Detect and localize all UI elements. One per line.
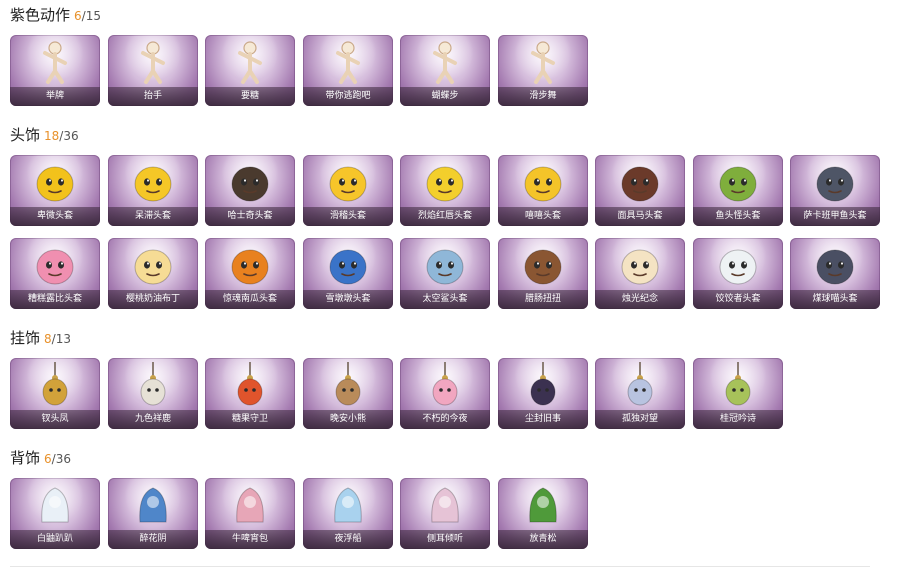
item-tile[interactable]: 鱼头怪头套 <box>693 155 783 226</box>
item-tile[interactable]: 放青松 <box>498 478 588 549</box>
item-tile[interactable]: 举牌 <box>10 35 100 106</box>
item-label: 举牌 <box>10 87 100 106</box>
item-label: 不朽的今夜 <box>400 410 490 429</box>
item-tile[interactable]: 醉花阴 <box>108 478 198 549</box>
item-label: 晚安小熊 <box>303 410 393 429</box>
section-name: 背饰 <box>10 449 41 467</box>
item-label: 牛啤宵包 <box>205 530 295 549</box>
item-tile[interactable]: 不朽的今夜 <box>400 358 490 429</box>
item-tile[interactable]: 牛啤宵包 <box>205 478 295 549</box>
item-tile[interactable]: 面具马头套 <box>595 155 685 226</box>
item-tile[interactable]: 饺饺者头套 <box>693 238 783 309</box>
item-tile[interactable]: 烈焰红唇头套 <box>400 155 490 226</box>
item-label: 烛光纪念 <box>595 290 685 309</box>
item-label: 樱桃奶油布丁 <box>108 290 198 309</box>
item-label: 放青松 <box>498 530 588 549</box>
page: { "sections": [ { "id": "purple-actions"… <box>0 0 901 570</box>
item-label: 醉花阴 <box>108 530 198 549</box>
item-tile[interactable]: 呆滞头套 <box>108 155 198 226</box>
section-back-accessories: 背饰 6/36 白鼬趴趴 醉花阴 牛啤宵包 夜浮船 侧耳倾听 放青松 <box>10 448 588 549</box>
item-tile[interactable]: 雪墩墩头套 <box>303 238 393 309</box>
item-label: 蝴蝶步 <box>400 87 490 106</box>
item-tile[interactable]: 要糖 <box>205 35 295 106</box>
item-label: 钗头凤 <box>10 410 100 429</box>
item-label: 糖果守卫 <box>205 410 295 429</box>
item-tile[interactable]: 带你逃跑吧 <box>303 35 393 106</box>
item-tile[interactable]: 孤独对望 <box>595 358 685 429</box>
total-count: /13 <box>51 332 71 346</box>
item-label: 呆滞头套 <box>108 207 198 226</box>
item-label: 面具马头套 <box>595 207 685 226</box>
item-tile[interactable]: 钗头凤 <box>10 358 100 429</box>
section-title: 背饰 6/36 <box>10 448 71 468</box>
item-tile[interactable]: 蝴蝶步 <box>400 35 490 106</box>
item-tile[interactable]: 侧耳倾听 <box>400 478 490 549</box>
owned-count: 8 <box>44 332 52 346</box>
item-label: 糟糕露比头套 <box>10 290 100 309</box>
item-label: 嘻嘻头套 <box>498 207 588 226</box>
item-label: 九色祥鹿 <box>108 410 198 429</box>
item-tile[interactable]: 太空鲨头套 <box>400 238 490 309</box>
owned-count: 6 <box>74 9 82 23</box>
item-tile[interactable]: 糖果守卫 <box>205 358 295 429</box>
item-tile[interactable]: 桂冠吟诗 <box>693 358 783 429</box>
item-tile[interactable]: 晚安小熊 <box>303 358 393 429</box>
item-label: 抬手 <box>108 87 198 106</box>
item-tile[interactable]: 九色祥鹿 <box>108 358 198 429</box>
item-label: 鱼头怪头套 <box>693 207 783 226</box>
item-tile[interactable]: 嘻嘻头套 <box>498 155 588 226</box>
item-tile[interactable]: 尘封旧事 <box>498 358 588 429</box>
item-label: 卑微头套 <box>10 207 100 226</box>
item-tile[interactable]: 夜浮船 <box>303 478 393 549</box>
item-tile[interactable]: 抬手 <box>108 35 198 106</box>
item-label: 尘封旧事 <box>498 410 588 429</box>
total-count: /15 <box>81 9 101 23</box>
item-label: 哈士奇头套 <box>205 207 295 226</box>
item-label: 饺饺者头套 <box>693 290 783 309</box>
item-label: 滑稽头套 <box>303 207 393 226</box>
total-count: /36 <box>51 452 71 466</box>
item-tile[interactable]: 糟糕露比头套 <box>10 238 100 309</box>
owned-count: 18 <box>44 129 60 143</box>
item-label: 煤球喵头套 <box>790 290 880 309</box>
item-label: 孤独对望 <box>595 410 685 429</box>
item-tile[interactable]: 烛光纪念 <box>595 238 685 309</box>
owned-count: 6 <box>44 452 52 466</box>
total-count: /36 <box>59 129 79 143</box>
item-tile[interactable]: 滑步舞 <box>498 35 588 106</box>
item-label: 萨卡班甲鱼头套 <box>790 207 880 226</box>
item-tile[interactable]: 白鼬趴趴 <box>10 478 100 549</box>
item-label: 雪墩墩头套 <box>303 290 393 309</box>
item-tile[interactable]: 惊魂南瓜头套 <box>205 238 295 309</box>
item-tile[interactable]: 腊肠扭扭 <box>498 238 588 309</box>
item-label: 桂冠吟诗 <box>693 410 783 429</box>
section-headwear: 头饰 18/36 卑微头套 呆滞头套 哈士奇头套 滑稽头套 烈焰红唇头套 嘻嘻头套 面具马头套鱼… <box>10 125 880 309</box>
section-title: 头饰 18/36 <box>10 125 79 145</box>
section-pendants: 挂饰 8/13 钗头凤 九色祥鹿 糖果守卫 晚安小熊 不朽的今夜 尘封旧事 孤独对望 桂冠吟诗 <box>10 328 783 429</box>
item-label: 烈焰红唇头套 <box>400 207 490 226</box>
item-label: 夜浮船 <box>303 530 393 549</box>
item-tile[interactable]: 煤球喵头套 <box>790 238 880 309</box>
section-name: 挂饰 <box>10 329 41 347</box>
section-title: 挂饰 8/13 <box>10 328 71 348</box>
item-tile[interactable]: 萨卡班甲鱼头套 <box>790 155 880 226</box>
item-tile[interactable]: 樱桃奶油布丁 <box>108 238 198 309</box>
section-title: 紫色动作 6/15 <box>10 5 101 25</box>
item-label: 太空鲨头套 <box>400 290 490 309</box>
section-name: 紫色动作 <box>10 6 71 24</box>
item-tile[interactable]: 哈士奇头套 <box>205 155 295 226</box>
item-label: 要糖 <box>205 87 295 106</box>
section-name: 头饰 <box>10 126 41 144</box>
bottom-divider <box>10 566 870 567</box>
section-purple-actions: 紫色动作 6/15 举牌 抬手 要糖 带你逃跑吧 蝴蝶步 滑步舞 <box>10 5 588 106</box>
item-label: 带你逃跑吧 <box>303 87 393 106</box>
item-label: 滑步舞 <box>498 87 588 106</box>
item-label: 惊魂南瓜头套 <box>205 290 295 309</box>
item-label: 腊肠扭扭 <box>498 290 588 309</box>
item-tile[interactable]: 卑微头套 <box>10 155 100 226</box>
item-label: 侧耳倾听 <box>400 530 490 549</box>
item-label: 白鼬趴趴 <box>10 530 100 549</box>
item-tile[interactable]: 滑稽头套 <box>303 155 393 226</box>
